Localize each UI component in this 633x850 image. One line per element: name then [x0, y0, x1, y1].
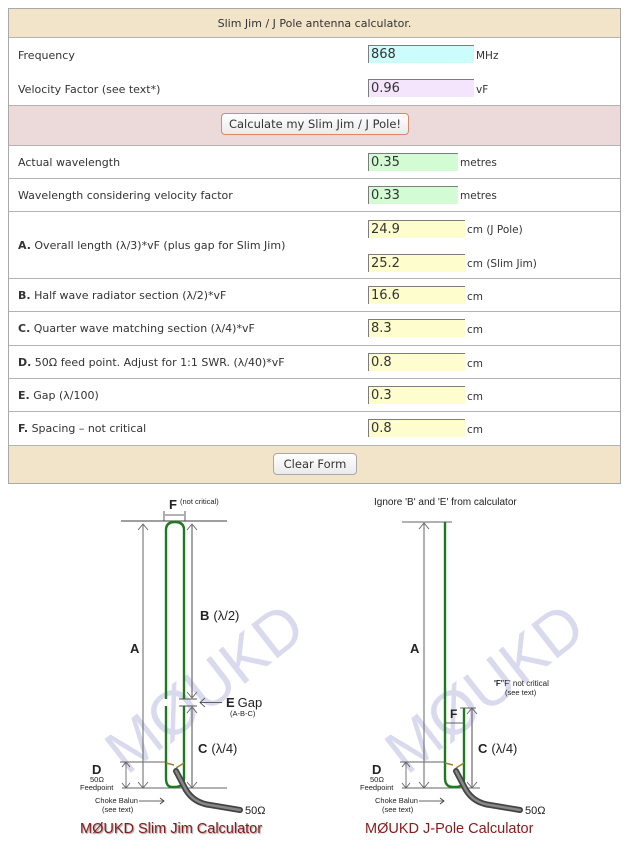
half-wave-unit: cm — [467, 291, 484, 303]
spacing-unit: cm — [467, 424, 484, 436]
clear-form-button[interactable]: Clear Form — [273, 453, 357, 475]
slim-jim-c-label: C (λ/4) — [198, 741, 237, 756]
e-gap-word: Gap — [238, 695, 263, 710]
spacing-text: Spacing – not critical — [28, 422, 147, 435]
letter-e: E. — [18, 389, 30, 402]
calculate-button[interactable]: Calculate my Slim Jim / J Pole! — [221, 113, 409, 135]
result-row-c: C. Quarter wave matching section (λ/4)*v… — [9, 312, 620, 346]
quarter-wave-text: Quarter wave matching section (λ/4)*vF — [30, 322, 255, 335]
j-pole-f-note-1: 'F''F' not critical — [494, 679, 549, 688]
slim-jim-d-note: Feedpoint — [80, 783, 114, 792]
j-feed-wire-right — [455, 762, 465, 769]
calculator-form: Slim Jim / J Pole antenna calculator. Fr… — [8, 8, 621, 484]
wavelength-vf-label: Wavelength considering velocity factor — [18, 189, 233, 202]
overall-length-label: A. Overall length (λ/3)*vF (plus gap for… — [18, 239, 285, 252]
feed-point-output[interactable] — [368, 353, 465, 371]
j-pole-note: Ignore 'B' and 'E' from calculator — [374, 497, 517, 508]
letter-b: B. — [18, 289, 31, 302]
coax-highlight — [174, 769, 242, 812]
jpole-length-output[interactable] — [368, 220, 465, 238]
quarter-wave-unit: cm — [467, 324, 484, 336]
b-letter: B — [200, 608, 209, 623]
j-pole-f-note-2: (see text) — [505, 688, 537, 697]
jpole-length-unit: cm (J Pole) — [467, 224, 523, 236]
slimjim-length-output[interactable] — [368, 254, 465, 272]
slim-jim-balun-1: Choke Balun — [95, 796, 138, 805]
c-letter: C — [198, 741, 208, 756]
j-pole-diagram: Ignore 'B' and 'E' from calculator MØUKD… — [360, 497, 597, 837]
j-pole-a-label: A — [410, 641, 420, 656]
result-row-f: F. Spacing – not critical cm — [9, 412, 620, 446]
result-row-a: A. Overall length (λ/3)*vF (plus gap for… — [9, 212, 620, 279]
slim-jim-a-label: A — [130, 641, 140, 656]
result-row-wavelength-vf: Wavelength considering velocity factor m… — [9, 179, 620, 212]
feed-point-label: D. 50Ω feed point. Adjust for 1:1 SWR. (… — [18, 356, 285, 369]
e-letter: E — [226, 695, 235, 710]
slim-jim-e-note: (A-B-C) — [230, 709, 256, 718]
j-pole-ohm: 50Ω — [525, 805, 545, 817]
slim-jim-ohm: 50Ω — [245, 805, 265, 817]
result-row-d: D. 50Ω feed point. Adjust for 1:1 SWR. (… — [9, 346, 620, 379]
actual-wavelength-label: Actual wavelength — [18, 156, 121, 169]
overall-length-text: Overall length (λ/3)*vF (plus gap for Sl… — [30, 239, 286, 252]
c-formula: (λ/4) — [211, 741, 237, 756]
j-pole-caption: MØUKD J-Pole Calculator — [365, 821, 534, 837]
frequency-label: Frequency — [18, 49, 75, 62]
j-c-letter: C — [478, 741, 488, 756]
j-pole-c-label: C (λ/4) — [478, 741, 517, 756]
j-pole-d-note: Feedpoint — [360, 783, 394, 792]
slim-jim-f-note: (not critical) — [180, 497, 219, 506]
frequency-input[interactable] — [368, 45, 474, 63]
slim-jim-e-label: E Gap — [226, 695, 262, 710]
velocity-factor-label: Velocity Factor (see text*) — [18, 83, 161, 96]
quarter-wave-label: C. Quarter wave matching section (λ/4)*v… — [18, 322, 255, 335]
letter-f: F. — [18, 422, 29, 435]
j-pole-balun-2: (see text) — [382, 805, 414, 814]
result-row-e: E. Gap (λ/100) cm — [9, 379, 620, 412]
slim-jim-caption: MØUKD Slim Jim Calculator — [80, 821, 262, 837]
half-wave-output[interactable] — [368, 286, 465, 304]
calculate-bar: Calculate my Slim Jim / J Pole! — [9, 106, 620, 146]
gap-label: E. Gap (λ/100) — [18, 389, 99, 402]
slim-jim-diagram: MØUKD F (not critical) A B (λ/2) E Gap (A-… — [80, 497, 317, 837]
slim-jim-f-label: F — [169, 497, 177, 512]
velocity-factor-unit: vF — [476, 84, 489, 96]
letter-a: A. — [18, 239, 31, 252]
feed-point-unit: cm — [467, 358, 484, 370]
calculator-title: Slim Jim / J Pole antenna calculator. — [9, 9, 620, 38]
letter-d: D. — [18, 356, 32, 369]
clear-bar: Clear Form — [9, 446, 620, 483]
wavelength-vf-output[interactable] — [368, 186, 458, 204]
result-row-b: B. Half wave radiator section (λ/2)*vF c… — [9, 279, 620, 312]
j-f-note-text: 'F' not critical — [503, 679, 549, 688]
slim-jim-balun-2: (see text) — [102, 805, 134, 814]
quarter-wave-output[interactable] — [368, 319, 465, 337]
input-section: Frequency MHz Velocity Factor (see text*… — [9, 38, 620, 106]
gap-unit: cm — [467, 391, 484, 403]
feed-point-text: 50Ω feed point. Adjust for 1:1 SWR. (λ/4… — [31, 356, 285, 369]
velocity-factor-input[interactable] — [368, 79, 474, 97]
j-pole-f-label: F — [450, 707, 457, 721]
result-row-actual-wavelength: Actual wavelength metres — [9, 146, 620, 179]
half-wave-text: Half wave radiator section (λ/2)*vF — [30, 289, 227, 302]
j-coax-highlight — [454, 769, 522, 812]
gap-text: Gap (λ/100) — [29, 389, 99, 402]
j-feed-wire-left — [444, 762, 454, 766]
j-c-formula: (λ/4) — [491, 741, 517, 756]
slim-jim-b-label: B (λ/2) — [200, 608, 239, 623]
spacing-output[interactable] — [368, 419, 465, 437]
slimjim-length-unit: cm (Slim Jim) — [467, 258, 537, 270]
j-pole-balun-1: Choke Balun — [375, 796, 418, 805]
actual-wavelength-output[interactable] — [368, 153, 458, 171]
spacing-label: F. Spacing – not critical — [18, 422, 146, 435]
gap-output[interactable] — [368, 386, 465, 404]
frequency-unit: MHz — [476, 50, 499, 62]
half-wave-label: B. Half wave radiator section (λ/2)*vF — [18, 289, 226, 302]
b-formula: (λ/2) — [213, 608, 239, 623]
letter-c: C. — [18, 322, 31, 335]
actual-wavelength-unit: metres — [460, 157, 497, 169]
j-pole-watermark: MØUKD — [373, 590, 597, 786]
wavelength-vf-unit: metres — [460, 190, 497, 202]
